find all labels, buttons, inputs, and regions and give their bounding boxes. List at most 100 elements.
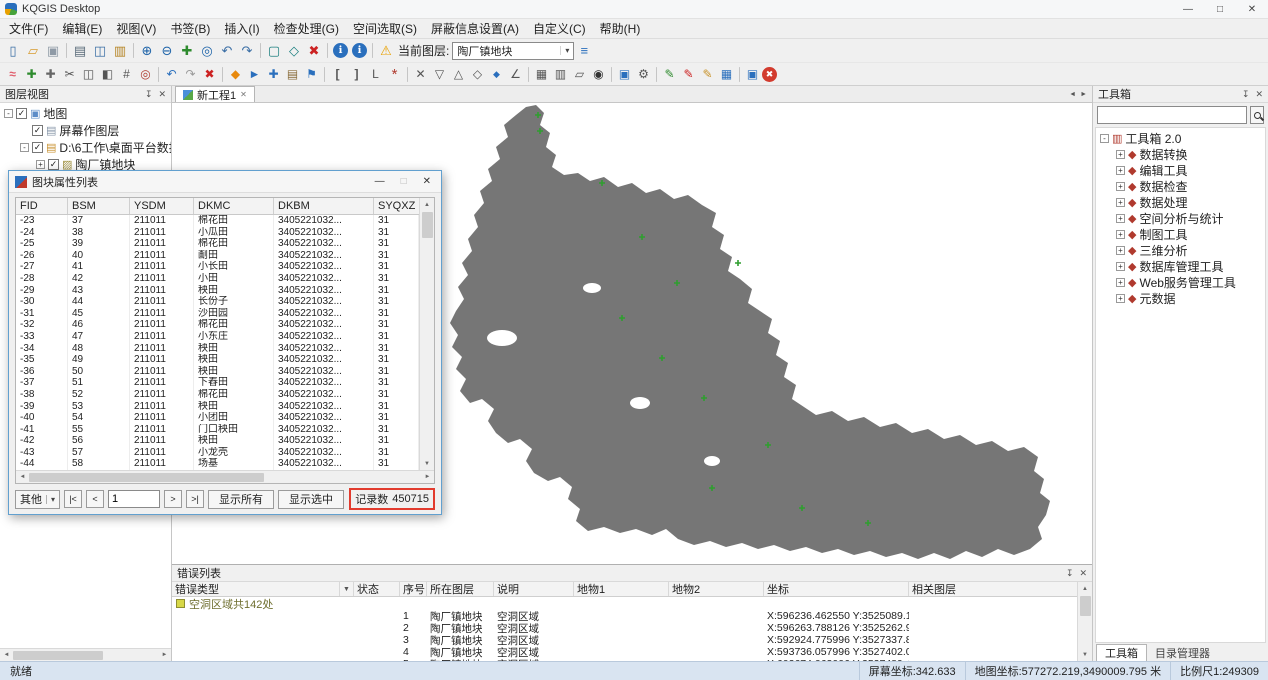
tree-expander-icon[interactable]: + (1116, 214, 1125, 223)
table-row[interactable]: -26 40 211011 㓰田 3405221032... 31 (16, 250, 419, 262)
tree-expander-icon[interactable]: + (1116, 262, 1125, 271)
split-feature-icon[interactable]: ✂ (60, 65, 79, 84)
target-icon[interactable]: ◎ (136, 65, 155, 84)
reshape-icon[interactable]: # (117, 65, 136, 84)
table-row[interactable]: -33 47 211011 小东庄 3405221032... 31 (16, 331, 419, 343)
scrollbar-thumb[interactable] (1080, 596, 1091, 616)
column-index[interactable]: 序号 (400, 582, 427, 596)
column-feature1[interactable]: 地物1 (574, 582, 669, 596)
tree-expander-icon[interactable]: + (1116, 294, 1125, 303)
pan-tool-icon[interactable]: ✚ (264, 65, 283, 84)
pin-icon[interactable]: ↧ (1066, 568, 1074, 579)
layer-checkbox[interactable]: ✓ (48, 159, 59, 170)
filter-icon[interactable]: ▼ (340, 582, 354, 596)
error-row[interactable]: 3 陶厂镇地块 空洞区域 X:592924.775996 Y:3527337.8… (172, 634, 1077, 646)
table-row[interactable]: -37 51 211011 下舂田 3405221032... 31 (16, 377, 419, 389)
clipboard-icon[interactable]: ▤ (283, 65, 302, 84)
previous-record-button[interactable]: < (86, 490, 104, 508)
zoom-in-icon[interactable]: ⊕ (137, 41, 157, 61)
redo-icon[interactable]: ↷ (181, 65, 200, 84)
toolbox-tree-item[interactable]: + ◆ 数据转换 (1096, 146, 1265, 162)
intersect-icon[interactable]: ✕ (411, 65, 430, 84)
add-point-icon[interactable]: ✚ (22, 65, 41, 84)
toolbox-tree-item[interactable]: + ◆ 空间分析与统计 (1096, 210, 1265, 226)
scroll-right-icon[interactable]: ► (421, 471, 434, 484)
close-button[interactable]: ✕ (1236, 0, 1268, 18)
menu-item[interactable]: 帮助(H) (593, 19, 648, 38)
menu-item[interactable]: 书签(B) (163, 19, 217, 38)
error-row[interactable]: 5 陶厂镇地块 空洞区域 X:602674.063006 Y:3527489.4… (172, 658, 1077, 661)
next-record-button[interactable]: > (164, 490, 182, 508)
table-row[interactable]: -35 49 211011 秧田 3405221032... 31 (16, 354, 419, 366)
check-layer-icon[interactable]: ▦ (717, 65, 736, 84)
scrollbar-thumb[interactable] (13, 651, 103, 660)
toolbox-tree-item[interactable]: + ◆ 三维分析 (1096, 242, 1265, 258)
column-error-type[interactable]: 错误类型 (172, 582, 340, 596)
table-row[interactable]: -23 37 211011 棉花田 3405221032... 31 (16, 215, 419, 227)
tree-expander-icon[interactable]: + (1116, 182, 1125, 191)
column-feature2[interactable]: 地物2 (669, 582, 764, 596)
layer-tree-item[interactable]: - ✓ ▤ D:\6工作\桌面平台数据 (0, 139, 171, 156)
node-tool-icon[interactable]: ◆ (226, 65, 245, 84)
error-row[interactable]: 4 陶厂镇地块 空洞区域 X:593736.057996 Y:3527402.0… (172, 646, 1077, 658)
column-coordinate[interactable]: 坐标 (764, 582, 909, 596)
table-icon[interactable]: ▥ (551, 65, 570, 84)
tab-toolbox[interactable]: 工具箱 (1096, 644, 1147, 661)
identify-icon[interactable]: ℹ (352, 43, 367, 58)
show-selected-button[interactable]: 显示选中 (278, 490, 344, 509)
merge-feature-icon[interactable]: ◧ (98, 65, 117, 84)
toolbox-tree-item[interactable]: + ◆ 元数据 (1096, 290, 1265, 306)
layer-checkbox[interactable]: ✓ (32, 142, 43, 153)
tab-scroll-left-icon[interactable]: ◄ (1069, 91, 1076, 98)
diamond-icon[interactable]: ◇ (468, 65, 487, 84)
tab-catalog-manager[interactable]: 目录管理器 (1147, 645, 1218, 661)
table-row[interactable]: -34 48 211011 秧田 3405221032... 31 (16, 343, 419, 355)
tab-scroll-right-icon[interactable]: ► (1080, 91, 1087, 98)
show-all-button[interactable]: 显示所有 (208, 490, 274, 509)
table-row[interactable]: -29 43 211011 秧田 3405221032... 31 (16, 285, 419, 297)
table-row[interactable]: -44 58 211011 场基 3405221032... 31 (16, 458, 419, 470)
scroll-down-icon[interactable]: ▼ (421, 457, 434, 470)
grid-icon[interactable]: ▦ (532, 65, 551, 84)
table-row[interactable]: -42 56 211011 秧田 3405221032... 31 (16, 435, 419, 447)
next-view-icon[interactable]: ↷ (237, 41, 257, 61)
tab-close-icon[interactable]: ✕ (240, 90, 247, 99)
sketch-line-icon[interactable]: ≈ (3, 65, 22, 84)
menu-item[interactable]: 自定义(C) (526, 19, 593, 38)
dialog-close-button[interactable]: ✕ (423, 176, 431, 187)
menu-item[interactable]: 编辑(E) (55, 19, 109, 38)
menu-item[interactable]: 文件(F) (2, 19, 55, 38)
angle-icon[interactable]: ∠ (506, 65, 525, 84)
table-row[interactable]: -28 42 211011 小田 3405221032... 31 (16, 273, 419, 285)
error-vertical-scrollbar[interactable]: ▲ ▼ (1077, 582, 1092, 661)
table-row[interactable]: -27 41 211011 小长田 3405221032... 31 (16, 261, 419, 273)
copy-icon[interactable]: ◫ (90, 41, 110, 61)
toolbox-tree-item[interactable]: + ◆ Web服务管理工具 (1096, 274, 1265, 290)
edit-yellow-pencil-icon[interactable]: ✎ (698, 65, 717, 84)
scroll-left-icon[interactable]: ◄ (0, 649, 13, 662)
scrollbar-thumb[interactable] (422, 212, 433, 238)
tree-expander-icon[interactable]: + (36, 160, 45, 169)
error-row[interactable]: 1 陶厂镇地块 空洞区域 X:596236.462550 Y:3525089.1… (172, 610, 1077, 622)
tree-expander-icon[interactable]: + (1116, 166, 1125, 175)
previous-view-icon[interactable]: ↶ (217, 41, 237, 61)
open-folder-icon[interactable]: ▱ (23, 41, 43, 61)
attribute-horizontal-scrollbar[interactable]: ◄ ► (16, 470, 434, 483)
stop-icon[interactable]: ✖ (762, 67, 777, 82)
tree-expander-icon[interactable]: - (4, 109, 13, 118)
table-row[interactable]: -24 38 211011 小瓜田 3405221032... 31 (16, 227, 419, 239)
delete-feature-icon[interactable]: ✖ (200, 65, 219, 84)
info-icon[interactable]: ℹ (333, 43, 348, 58)
record-number-input[interactable] (108, 490, 160, 508)
table-row[interactable]: -31 45 211011 沙田园 3405221032... 31 (16, 308, 419, 320)
table-row[interactable]: -36 50 211011 秧田 3405221032... 31 (16, 366, 419, 378)
layer-tree-item[interactable]: - ✓ ▣ 地图 (0, 105, 171, 122)
toolbox-tree-item[interactable]: + ◆ 数据检查 (1096, 178, 1265, 194)
close-icon[interactable]: ✕ (1079, 568, 1087, 579)
column-layer[interactable]: 所在图层 (427, 582, 494, 596)
triangle-down-icon[interactable]: ▽ (430, 65, 449, 84)
paste-icon[interactable]: ▥ (110, 41, 130, 61)
menu-item[interactable]: 空间选取(S) (346, 19, 424, 38)
search-features-icon[interactable]: ◉ (589, 65, 608, 84)
move-vertex-icon[interactable]: ✚ (41, 65, 60, 84)
